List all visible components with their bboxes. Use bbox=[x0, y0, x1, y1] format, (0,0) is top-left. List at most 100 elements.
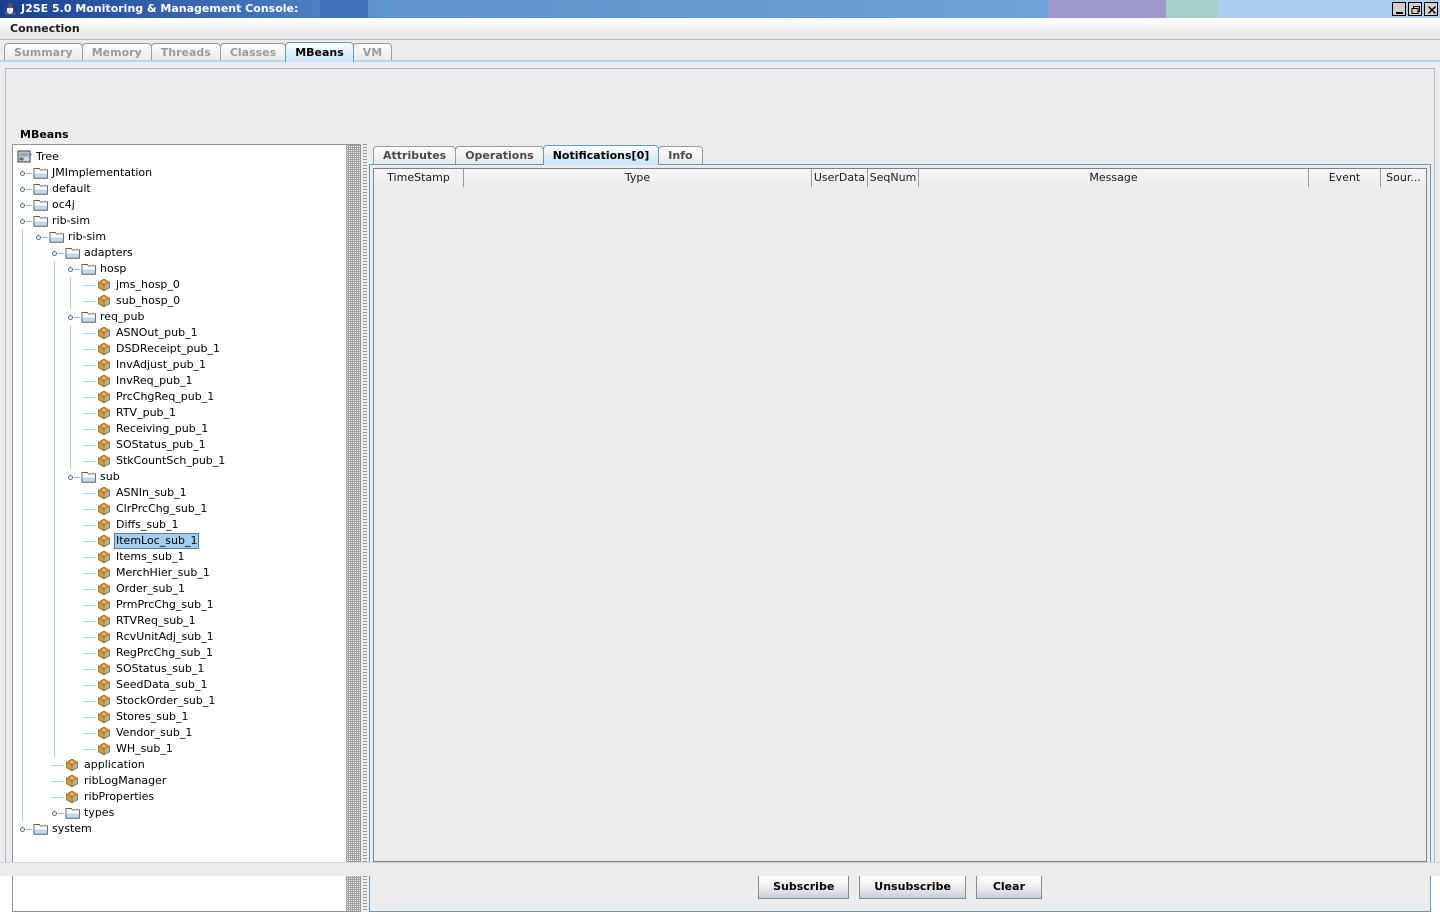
tree-node[interactable]: oc4j bbox=[17, 197, 359, 213]
tree-node[interactable]: ASNIn_sub_1 bbox=[17, 485, 359, 501]
table-column-header[interactable]: Event bbox=[1309, 169, 1381, 187]
tree-node[interactable]: SOStatus_pub_1 bbox=[17, 437, 359, 453]
tree-node[interactable]: WH_sub_1 bbox=[17, 741, 359, 757]
tree-expand-handle[interactable] bbox=[81, 453, 97, 469]
tree-expand-handle[interactable] bbox=[17, 197, 33, 213]
tree-node[interactable]: Order_sub_1 bbox=[17, 581, 359, 597]
tree-node[interactable]: jms_hosp_0 bbox=[17, 277, 359, 293]
tree-expand-handle[interactable] bbox=[81, 421, 97, 437]
tree-expand-handle[interactable] bbox=[81, 613, 97, 629]
tab-mbeans[interactable]: MBeans bbox=[285, 42, 354, 62]
tree-expand-handle[interactable] bbox=[17, 213, 33, 229]
tree-node[interactable]: ItemLoc_sub_1 bbox=[17, 533, 359, 549]
table-column-header[interactable]: Type bbox=[464, 169, 812, 187]
tree-expand-handle[interactable] bbox=[81, 389, 97, 405]
split-pane-divider[interactable] bbox=[361, 144, 369, 912]
tree-expand-handle[interactable] bbox=[17, 165, 33, 181]
tree-expand-handle[interactable] bbox=[81, 405, 97, 421]
close-button[interactable] bbox=[1424, 2, 1438, 16]
tree-expand-handle[interactable] bbox=[81, 357, 97, 373]
tree-node[interactable]: SOStatus_sub_1 bbox=[17, 661, 359, 677]
detail-tab-notifications-0-[interactable]: Notifications[0] bbox=[542, 145, 660, 165]
tree-expand-handle[interactable] bbox=[81, 581, 97, 597]
tree-scrollbar-track[interactable] bbox=[349, 145, 358, 911]
tree-expand-handle[interactable] bbox=[49, 757, 65, 773]
tree-node[interactable]: Diffs_sub_1 bbox=[17, 517, 359, 533]
tree-expand-handle[interactable] bbox=[81, 341, 97, 357]
tree-expand-handle[interactable] bbox=[81, 485, 97, 501]
clear-button[interactable]: Clear bbox=[975, 875, 1042, 899]
tree-expand-handle[interactable] bbox=[81, 437, 97, 453]
tree-node[interactable]: PrcChgReq_pub_1 bbox=[17, 389, 359, 405]
tree-node[interactable]: ribLogManager bbox=[17, 773, 359, 789]
table-column-header[interactable]: Message bbox=[919, 169, 1309, 187]
tree-node[interactable]: req_pub bbox=[17, 309, 359, 325]
tree-vertical-scrollbar[interactable] bbox=[346, 144, 361, 912]
tree-node[interactable]: ribProperties bbox=[17, 789, 359, 805]
tree-expand-handle[interactable] bbox=[81, 597, 97, 613]
tree-node[interactable]: JMImplementation bbox=[17, 165, 359, 181]
tree-node[interactable]: rib-sim bbox=[17, 213, 359, 229]
tree-expand-handle[interactable] bbox=[65, 469, 81, 485]
table-column-header[interactable]: SeqNum bbox=[868, 169, 919, 187]
tree-expand-handle[interactable] bbox=[49, 805, 65, 821]
tree-node[interactable]: types bbox=[17, 805, 359, 821]
tree-node[interactable]: Vendor_sub_1 bbox=[17, 725, 359, 741]
tree-node[interactable]: RegPrcChg_sub_1 bbox=[17, 645, 359, 661]
tree-node[interactable]: default bbox=[17, 181, 359, 197]
tree-node[interactable]: StkCountSch_pub_1 bbox=[17, 453, 359, 469]
tree-node[interactable]: Items_sub_1 bbox=[17, 549, 359, 565]
menu-item-connection[interactable]: Connection bbox=[4, 19, 86, 39]
tree-node[interactable]: MerchHier_sub_1 bbox=[17, 565, 359, 581]
tree-node[interactable]: adapters bbox=[17, 245, 359, 261]
tree-node[interactable]: ASNOut_pub_1 bbox=[17, 325, 359, 341]
tree-node[interactable]: Tree bbox=[17, 149, 359, 165]
tree-node[interactable]: SeedData_sub_1 bbox=[17, 677, 359, 693]
table-column-header[interactable]: UserData bbox=[812, 169, 868, 187]
tree-node[interactable]: sub_hosp_0 bbox=[17, 293, 359, 309]
tree-node[interactable]: ClrPrcChg_sub_1 bbox=[17, 501, 359, 517]
tree-expand-handle[interactable] bbox=[81, 709, 97, 725]
minimize-button[interactable] bbox=[1392, 2, 1406, 16]
tree-expand-handle[interactable] bbox=[49, 245, 65, 261]
tree-node[interactable]: application bbox=[17, 757, 359, 773]
notifications-table-body[interactable] bbox=[374, 187, 1426, 861]
tree-expand-handle[interactable] bbox=[81, 549, 97, 565]
tree-node[interactable]: StockOrder_sub_1 bbox=[17, 693, 359, 709]
tree-expand-handle[interactable] bbox=[65, 309, 81, 325]
tree-expand-handle[interactable] bbox=[17, 821, 33, 837]
tree-node[interactable]: system bbox=[17, 821, 359, 837]
mbean-tree[interactable]: Tree JMImplementation default oc4j rib-sim ri… bbox=[13, 145, 359, 911]
tree-expand-handle[interactable] bbox=[49, 773, 65, 789]
tree-node[interactable]: InvAdjust_pub_1 bbox=[17, 357, 359, 373]
detail-tab-operations[interactable]: Operations bbox=[455, 146, 544, 165]
detail-tab-info[interactable]: Info bbox=[658, 146, 703, 165]
tree-expand-handle[interactable] bbox=[33, 229, 49, 245]
table-column-header[interactable]: TimeStamp bbox=[374, 169, 464, 187]
tree-expand-handle[interactable] bbox=[17, 181, 33, 197]
subscribe-button[interactable]: Subscribe bbox=[758, 875, 850, 899]
tree-expand-handle[interactable] bbox=[81, 725, 97, 741]
tree-expand-handle[interactable] bbox=[81, 501, 97, 517]
tree-expand-handle[interactable] bbox=[81, 661, 97, 677]
tree-expand-handle[interactable] bbox=[81, 741, 97, 757]
tree-node[interactable]: PrmPrcChg_sub_1 bbox=[17, 597, 359, 613]
tree-expand-handle[interactable] bbox=[81, 517, 97, 533]
maximize-button[interactable] bbox=[1408, 2, 1422, 16]
tree-expand-handle[interactable] bbox=[81, 565, 97, 581]
tree-expand-handle[interactable] bbox=[81, 677, 97, 693]
tree-node[interactable]: InvReq_pub_1 bbox=[17, 373, 359, 389]
tree-expand-handle[interactable] bbox=[81, 693, 97, 709]
tree-node[interactable]: DSDReceipt_pub_1 bbox=[17, 341, 359, 357]
unsubscribe-button[interactable]: Unsubscribe bbox=[859, 875, 966, 899]
table-column-header[interactable]: Sour... bbox=[1381, 169, 1426, 187]
tree-node[interactable]: sub bbox=[17, 469, 359, 485]
tree-node[interactable]: Stores_sub_1 bbox=[17, 709, 359, 725]
tree-node[interactable]: hosp bbox=[17, 261, 359, 277]
detail-tab-attributes[interactable]: Attributes bbox=[373, 146, 457, 165]
tree-expand-handle[interactable] bbox=[81, 533, 97, 549]
tree-node[interactable]: RTVReq_sub_1 bbox=[17, 613, 359, 629]
tree-expand-handle[interactable] bbox=[81, 645, 97, 661]
tree-expand-handle[interactable] bbox=[65, 261, 81, 277]
tree-node[interactable]: Receiving_pub_1 bbox=[17, 421, 359, 437]
